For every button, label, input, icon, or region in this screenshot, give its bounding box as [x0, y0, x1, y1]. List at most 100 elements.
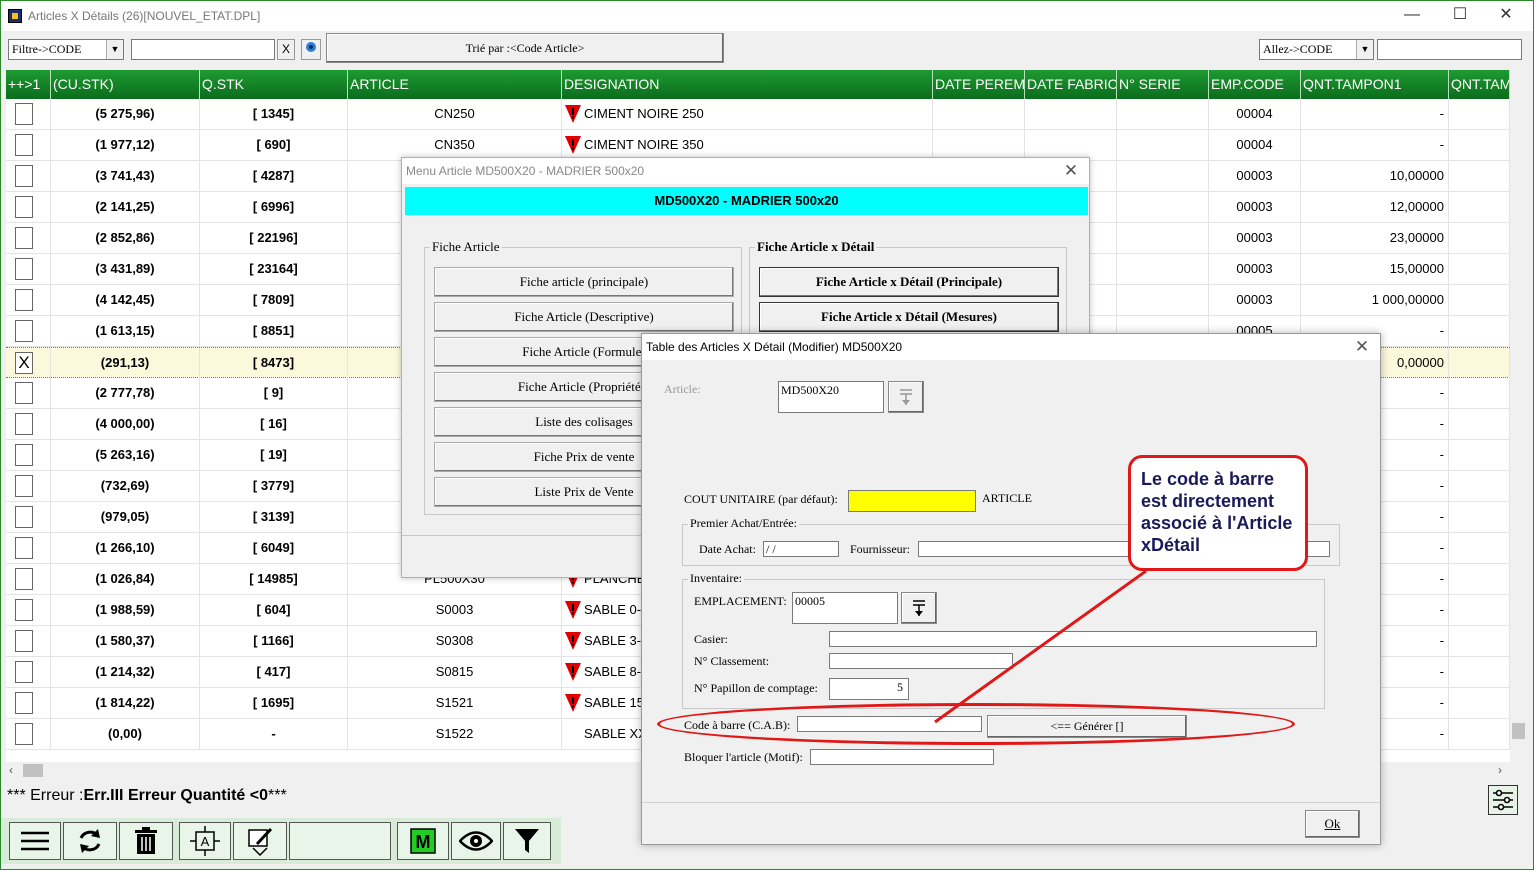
chevron-down-icon[interactable]: ▼: [1356, 40, 1373, 59]
row-checkbox[interactable]: [15, 506, 33, 528]
cu-stk-cell: (5 275,96): [51, 99, 200, 129]
row-checkbox[interactable]: X: [15, 352, 33, 374]
row-select-cell[interactable]: [6, 99, 51, 129]
row-select-cell[interactable]: [6, 626, 51, 656]
row-checkbox[interactable]: [15, 630, 33, 652]
ok-button[interactable]: Ok: [1305, 810, 1360, 838]
detail-principale-button[interactable]: Fiche Article x Détail (Principale): [759, 267, 1059, 297]
scroll-right-icon[interactable]: ›: [1498, 762, 1502, 779]
casier-field[interactable]: [829, 631, 1317, 647]
row-select-cell[interactable]: [6, 471, 51, 501]
row-select-cell[interactable]: [6, 130, 51, 160]
cout-field[interactable]: [848, 490, 976, 512]
row-checkbox[interactable]: [15, 723, 33, 745]
filter-button[interactable]: [503, 822, 551, 860]
fiche-descriptive-button[interactable]: Fiche Article (Descriptive): [434, 302, 734, 332]
eye-filter-button[interactable]: [301, 39, 321, 60]
close-icon[interactable]: ✕: [1061, 158, 1081, 184]
close-icon[interactable]: ✕: [1352, 334, 1372, 360]
row-select-cell[interactable]: [6, 440, 51, 470]
row-checkbox[interactable]: [15, 382, 33, 404]
scroll-thumb[interactable]: [1512, 723, 1525, 739]
row-select-cell[interactable]: [6, 285, 51, 315]
papillon-field[interactable]: 5: [829, 678, 909, 700]
blank-toolbar-button[interactable]: [289, 822, 391, 860]
scroll-left-icon[interactable]: ‹: [9, 762, 13, 779]
header-designation[interactable]: DESIGNATION: [562, 70, 933, 99]
row-select-cell[interactable]: [6, 719, 51, 749]
row-checkbox[interactable]: [15, 661, 33, 683]
scroll-thumb[interactable]: [23, 764, 43, 777]
row-select-cell[interactable]: [6, 223, 51, 253]
tampon1-cell: 23,00000: [1301, 223, 1449, 253]
row-checkbox[interactable]: [15, 444, 33, 466]
header-serie[interactable]: N° SERIE: [1117, 70, 1209, 99]
row-checkbox[interactable]: [15, 537, 33, 559]
filter-input[interactable]: [131, 39, 275, 60]
row-checkbox[interactable]: [15, 599, 33, 621]
row-select-cell[interactable]: [6, 595, 51, 625]
table-row[interactable]: (5 275,96)[ 1345] CN250 CIMENT NOIRE 250 00…: [6, 99, 1510, 130]
row-select-cell[interactable]: X: [6, 348, 51, 378]
sort-button[interactable]: Trié par :<Code Article>: [326, 33, 724, 63]
row-select-cell[interactable]: [6, 316, 51, 346]
minimize-button[interactable]: —: [1389, 1, 1435, 31]
header-date-peremption[interactable]: DATE PEREMPTION: [933, 70, 1025, 99]
row-checkbox[interactable]: [15, 227, 33, 249]
view-button[interactable]: [451, 822, 501, 860]
menu-button[interactable]: [9, 822, 61, 860]
goto-combo[interactable]: Allez->CODE ▼: [1259, 39, 1374, 60]
row-checkbox[interactable]: [15, 475, 33, 497]
row-select-cell[interactable]: [6, 161, 51, 191]
row-select-cell[interactable]: [6, 192, 51, 222]
vertical-scrollbar[interactable]: [1510, 70, 1527, 762]
clear-filter-button[interactable]: X: [277, 39, 295, 60]
date-achat-field[interactable]: / /: [763, 541, 839, 557]
row-checkbox[interactable]: [15, 568, 33, 590]
row-checkbox[interactable]: [15, 165, 33, 187]
row-select-cell[interactable]: [6, 409, 51, 439]
emplacement-picker-button[interactable]: [901, 592, 937, 624]
row-checkbox[interactable]: [15, 692, 33, 714]
fiche-principale-button[interactable]: Fiche article (principale): [434, 267, 734, 297]
header-select[interactable]: ++>1: [6, 70, 51, 99]
settings-button[interactable]: [1488, 785, 1518, 815]
header-q-stk[interactable]: Q.STK: [200, 70, 348, 99]
chevron-down-icon[interactable]: ▼: [106, 40, 123, 59]
delete-button[interactable]: [119, 822, 173, 860]
row-select-cell[interactable]: [6, 502, 51, 532]
edit-text-button[interactable]: A: [179, 822, 231, 860]
row-select-cell[interactable]: [6, 254, 51, 284]
row-checkbox[interactable]: [15, 258, 33, 280]
mode-m-button[interactable]: M: [397, 822, 449, 860]
refresh-button[interactable]: [63, 822, 117, 860]
row-checkbox[interactable]: [15, 134, 33, 156]
article-field[interactable]: MD500X20: [778, 381, 884, 413]
row-select-cell[interactable]: [6, 657, 51, 687]
edit-record-button[interactable]: [233, 822, 287, 860]
classement-field[interactable]: [829, 653, 1013, 669]
bloquer-field[interactable]: [810, 749, 994, 765]
row-checkbox[interactable]: [15, 413, 33, 435]
close-button[interactable]: ✕: [1483, 1, 1529, 31]
header-article[interactable]: ARTICLE: [348, 70, 562, 99]
article-picker-button[interactable]: [888, 381, 924, 413]
row-select-cell[interactable]: [6, 688, 51, 718]
header-tampon2[interactable]: QNT.TAMPON2: [1449, 70, 1510, 99]
row-checkbox[interactable]: [15, 196, 33, 218]
row-select-cell[interactable]: [6, 378, 51, 408]
row-checkbox[interactable]: [15, 320, 33, 342]
row-select-cell[interactable]: [6, 564, 51, 594]
header-tampon1[interactable]: QNT.TAMPON1: [1301, 70, 1449, 99]
header-cu-stk[interactable]: (CU.STK): [51, 70, 200, 99]
row-checkbox[interactable]: [15, 103, 33, 125]
detail-mesures-button[interactable]: Fiche Article x Détail (Mesures): [759, 302, 1059, 332]
header-date-fabrication[interactable]: DATE FABRICATION: [1025, 70, 1117, 99]
maximize-button[interactable]: ☐: [1437, 1, 1483, 31]
header-emp-code[interactable]: EMP.CODE: [1209, 70, 1301, 99]
emplacement-field[interactable]: 00005: [792, 592, 898, 624]
row-select-cell[interactable]: [6, 533, 51, 563]
row-checkbox[interactable]: [15, 289, 33, 311]
filter-combo[interactable]: Filtre->CODE ▼: [8, 39, 124, 60]
goto-input[interactable]: [1377, 39, 1522, 60]
